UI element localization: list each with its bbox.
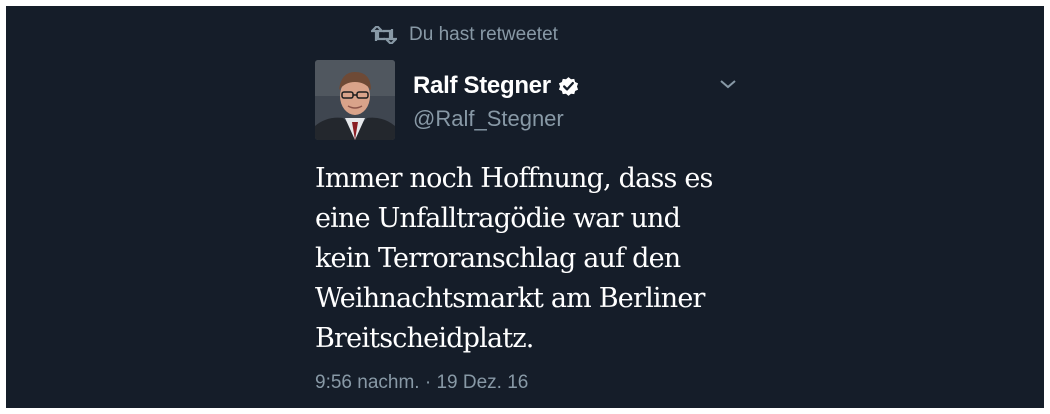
- tweet-text-line: eine Unfalltragödie war und: [315, 203, 681, 234]
- author-name-row[interactable]: Ralf Stegner: [413, 72, 580, 100]
- tweet-text-line: Weihnachtsmarkt am Berliner: [315, 283, 705, 314]
- chevron-down-icon[interactable]: [719, 77, 737, 91]
- tweet-card: Du hast retweetet Ralf Stegner @Ralf_Ste…: [6, 6, 1044, 408]
- author-display-name[interactable]: Ralf Stegner: [413, 72, 551, 100]
- retweet-label: Du hast retweetet: [409, 24, 558, 45]
- avatar[interactable]: [315, 60, 395, 140]
- author-handle[interactable]: @Ralf_Stegner: [413, 106, 564, 132]
- retweet-icon: [371, 26, 397, 44]
- tweet-timestamp[interactable]: 9:56 nachm. · 19 Dez. 16: [315, 372, 528, 394]
- verified-badge-icon: [558, 76, 578, 96]
- tweet-text-line: kein Terroranschlag auf den: [315, 243, 681, 274]
- retweet-context: Du hast retweetet: [371, 24, 558, 46]
- tweet-text-line: Breitscheidplatz.: [315, 323, 534, 354]
- tweet-text: Immer noch Hoffnung, dass es eine Unfall…: [315, 159, 785, 359]
- tweet-text-line: Immer noch Hoffnung, dass es: [315, 163, 713, 194]
